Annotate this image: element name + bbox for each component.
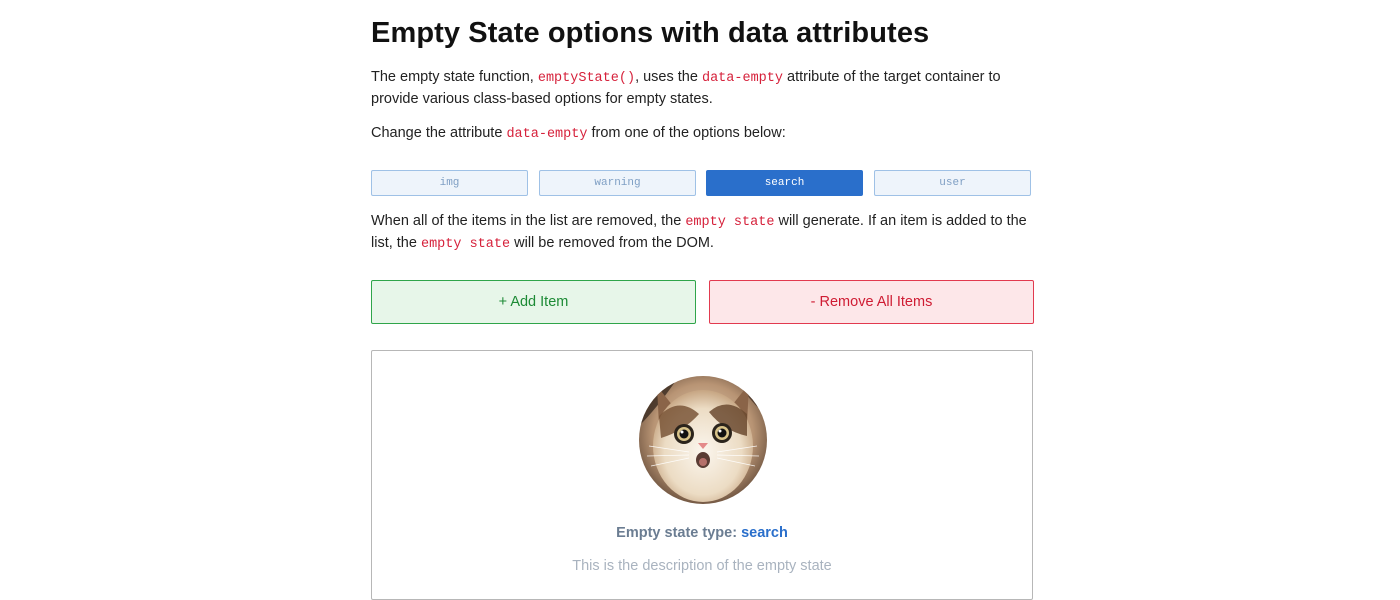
explain-code-2: empty state [420,237,511,252]
change-text-2: from one of the options below: [587,125,786,141]
list-actions: + Add Item - Remove All Items [371,280,1034,324]
cat-illustration-icon [639,376,767,504]
empty-state-container: Empty state type: search This is the des… [371,350,1033,600]
intro-text-1: The empty state function, [371,69,538,85]
empty-state-type-value: search [741,525,788,541]
option-search-button[interactable]: search [706,170,863,196]
intro-code-attribute: data-empty [701,71,783,86]
empty-state-description: This is the description of the empty sta… [572,558,832,574]
empty-state-type: Empty state type: search [372,525,1032,541]
explain-code-1: empty state [685,215,775,230]
remove-all-items-button[interactable]: - Remove All Items [709,280,1034,324]
page-title: Empty State options with data attributes [371,17,930,49]
empty-type-options: img warning search user [371,170,1033,198]
option-warning-button[interactable]: warning [539,170,696,196]
intro-text-2: , uses the [635,69,702,85]
intro-paragraph: The empty state function, emptyState(), … [371,67,1033,110]
surprised-cat-image [639,376,767,504]
change-paragraph: Change the attribute data-empty from one… [371,123,1033,145]
explain-text-3: will be removed from the DOM. [510,235,714,251]
explain-text-1: When all of the items in the list are re… [371,213,686,229]
option-img-button[interactable]: img [371,170,528,196]
change-code-attribute: data-empty [506,127,588,142]
empty-state-type-label: Empty state type: [616,525,742,541]
explain-paragraph: When all of the items in the list are re… [371,211,1033,255]
option-user-button[interactable]: user [874,170,1031,196]
add-item-button[interactable]: + Add Item [371,280,696,324]
change-text-1: Change the attribute [371,125,507,141]
intro-code-function: emptyState() [537,71,636,86]
